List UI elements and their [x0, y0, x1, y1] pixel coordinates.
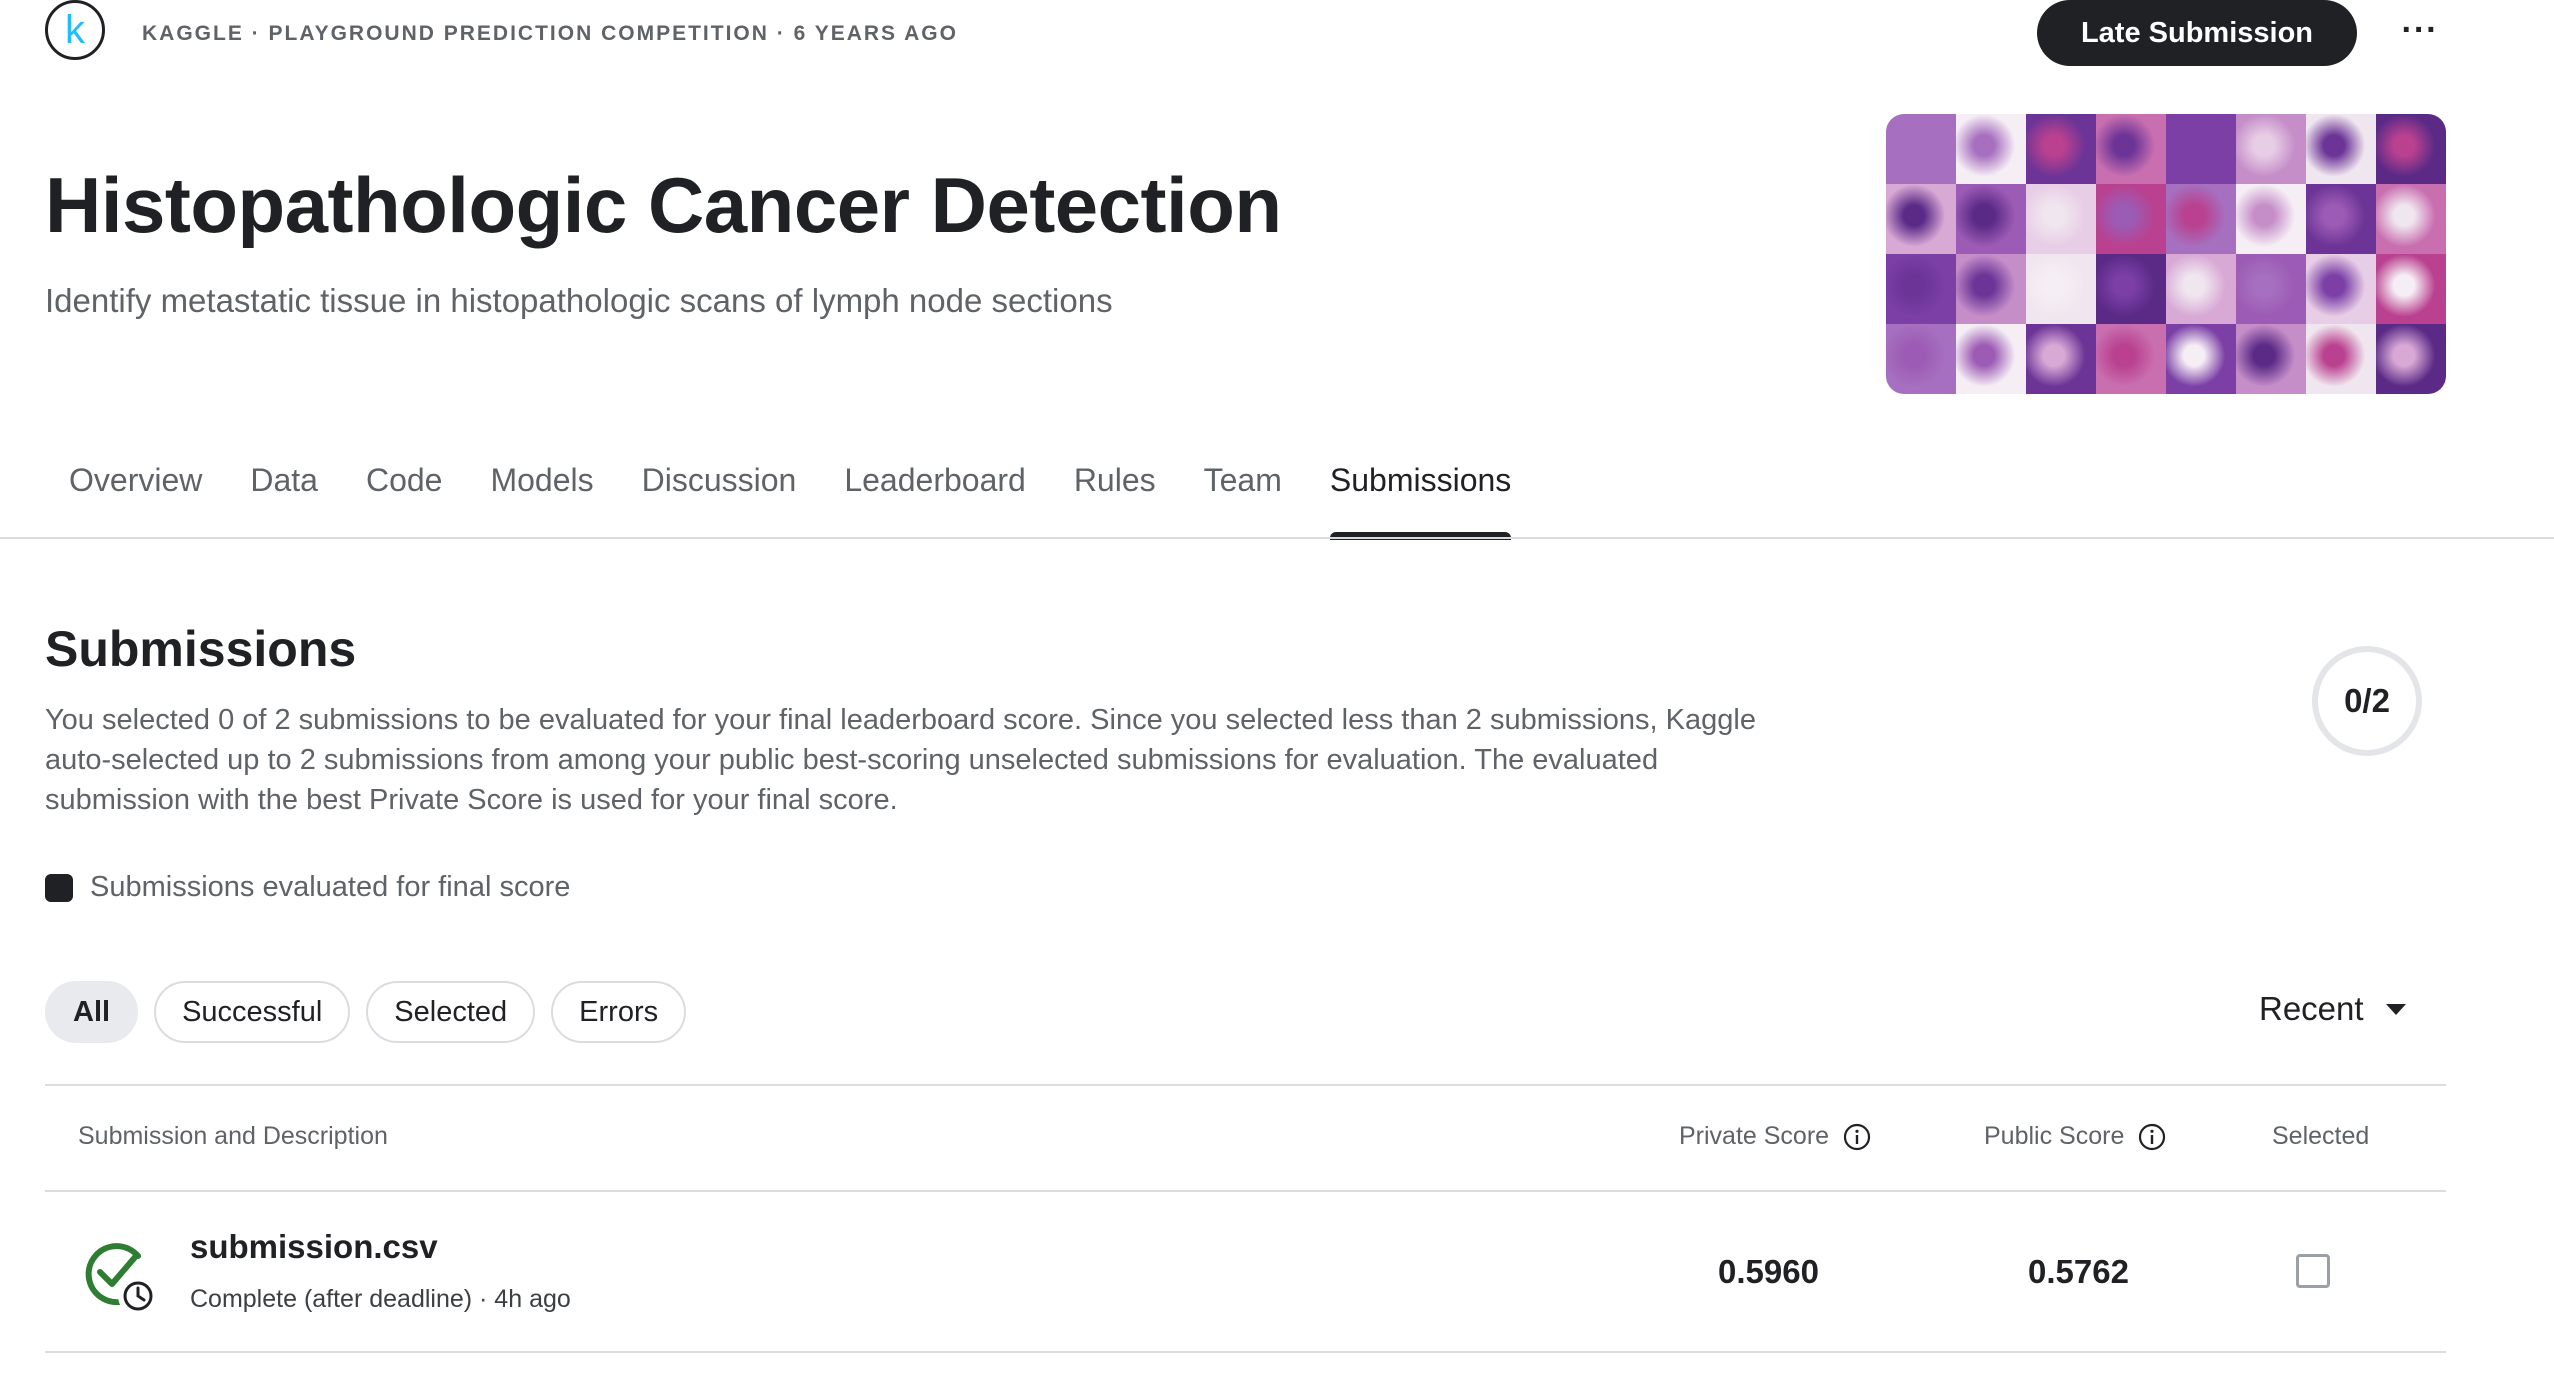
banner-tile: [2026, 184, 2096, 254]
sort-dropdown[interactable]: Recent: [2259, 990, 2406, 1028]
legend-label: Submissions evaluated for final score: [90, 871, 571, 903]
selected-checkbox[interactable]: [2296, 1254, 2330, 1288]
legend-swatch: [45, 874, 73, 902]
banner-tile: [2096, 324, 2166, 394]
banner-tile: [1956, 184, 2026, 254]
tab-overview[interactable]: Overview: [45, 462, 226, 538]
banner-tile: [2236, 184, 2306, 254]
section-title: Submissions: [45, 621, 357, 677]
banner-tile: [2376, 184, 2446, 254]
sort-label: Recent: [2259, 990, 2364, 1027]
banner-tile: [1886, 254, 1956, 324]
filter-chip-selected[interactable]: Selected: [366, 981, 536, 1043]
page-title: Histopathologic Cancer Detection: [45, 161, 1282, 249]
filter-chip-all[interactable]: All: [45, 981, 139, 1043]
banner-tile: [1886, 184, 1956, 254]
table-row-divider: [45, 1351, 2446, 1353]
filter-chip-successful[interactable]: Successful: [154, 981, 351, 1043]
filter-chip-errors[interactable]: Errors: [551, 981, 687, 1043]
tab-models[interactable]: Models: [466, 462, 617, 538]
filter-chips: All Successful Selected Errors: [45, 981, 687, 1043]
tab-data[interactable]: Data: [226, 462, 342, 538]
private-score-value: 0.5960: [1718, 1253, 1819, 1290]
header-public-label: Public Score: [1984, 1122, 2125, 1150]
banner-tile: [2306, 114, 2376, 184]
public-score-value: 0.5762: [2028, 1253, 2129, 1290]
banner-tile: [2096, 114, 2166, 184]
header-selected: Selected: [2272, 1122, 2369, 1151]
tab-code[interactable]: Code: [342, 462, 467, 538]
header-description-label: Submission and Description: [78, 1122, 388, 1150]
header-description: Submission and Description: [78, 1122, 388, 1151]
info-icon[interactable]: [2138, 1123, 2166, 1151]
selected-count-ring: 0/2: [2312, 646, 2422, 756]
selected-count: 0/2: [2344, 682, 2390, 719]
submission-status: Complete (after deadline) · 4h ago: [190, 1285, 571, 1313]
banner-tile: [2166, 184, 2236, 254]
banner-tile: [2376, 254, 2446, 324]
banner-tile: [1956, 254, 2026, 324]
tabs-divider: [0, 537, 2554, 539]
tab-discussion[interactable]: Discussion: [618, 462, 821, 538]
tab-leaderboard[interactable]: Leaderboard: [820, 462, 1049, 538]
table-header-divider: [45, 1190, 2446, 1192]
tab-submissions[interactable]: Submissions: [1306, 462, 1535, 540]
banner-tile: [2026, 114, 2096, 184]
banner-tile: [2026, 254, 2096, 324]
banner-tile: [2096, 254, 2166, 324]
banner-tile: [2376, 114, 2446, 184]
table-top-divider: [45, 1084, 2446, 1086]
page-subtitle: Identify metastatic tissue in histopatho…: [45, 282, 1113, 319]
header-private-score: Private Score: [1679, 1122, 1871, 1151]
banner-tile: [2306, 184, 2376, 254]
late-submission-button[interactable]: Late Submission: [2037, 0, 2357, 66]
banner-tile: [2236, 114, 2306, 184]
banner-tile: [2166, 324, 2236, 394]
section-description: You selected 0 of 2 submissions to be ev…: [45, 704, 1756, 816]
header-public-score: Public Score: [1984, 1122, 2166, 1151]
banner-tile: [2166, 114, 2236, 184]
banner-tile: [1956, 324, 2026, 394]
banner-tile: [2306, 254, 2376, 324]
tab-team[interactable]: Team: [1180, 462, 1306, 538]
tab-bar: Overview Data Code Models Discussion Lea…: [45, 462, 1535, 540]
banner-tile: [2236, 324, 2306, 394]
more-options-icon[interactable]: ···: [2395, 8, 2445, 52]
banner-tile: [2026, 324, 2096, 394]
kaggle-logo-icon[interactable]: k: [45, 0, 105, 60]
logo-letter: k: [65, 8, 85, 52]
banner-tile: [2236, 254, 2306, 324]
tab-rules[interactable]: Rules: [1050, 462, 1180, 538]
banner-tile: [1956, 114, 2026, 184]
banner-tile: [2096, 184, 2166, 254]
header-selected-label: Selected: [2272, 1122, 2370, 1150]
submission-file-name[interactable]: submission.csv: [190, 1228, 438, 1266]
banner-tile: [1886, 114, 1956, 184]
banner-tile: [2306, 324, 2376, 394]
banner-tile: [1886, 324, 1956, 394]
breadcrumb: KAGGLE · PLAYGROUND PREDICTION COMPETITI…: [142, 22, 958, 45]
banner-tile: [2376, 324, 2446, 394]
check-circle-clock-icon: [85, 1243, 158, 1316]
info-icon[interactable]: [1843, 1123, 1871, 1151]
banner-tile: [2166, 254, 2236, 324]
competition-banner-image: [1886, 114, 2446, 394]
header-private-label: Private Score: [1679, 1122, 1830, 1150]
caret-down-icon: [2385, 1003, 2406, 1015]
